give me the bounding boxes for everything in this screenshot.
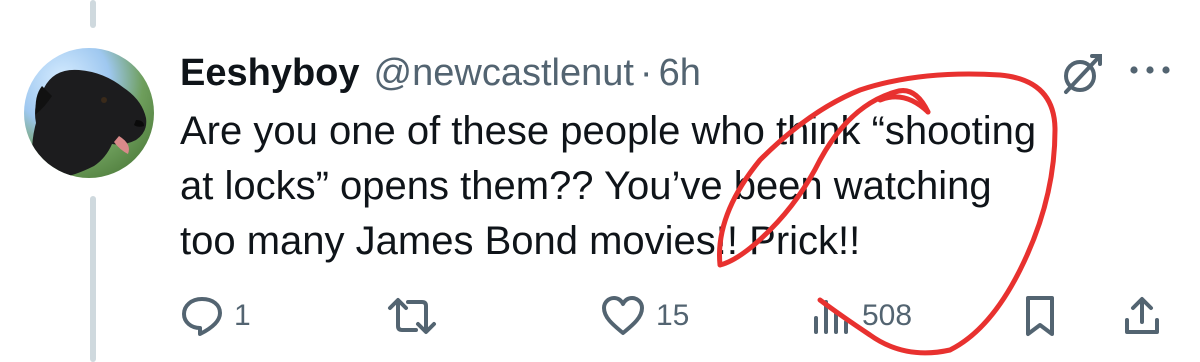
retweet-icon — [388, 298, 436, 334]
more-icon[interactable] — [1126, 58, 1174, 82]
tweet-text: Are you one of these people who think “s… — [180, 104, 1170, 269]
like-button[interactable]: 15 — [600, 290, 689, 342]
thread-connector-top — [90, 0, 96, 28]
reply-count: 1 — [234, 299, 251, 332]
bookmark-button[interactable] — [1020, 290, 1060, 342]
heart-icon — [602, 296, 644, 335]
views-chart-icon — [814, 300, 848, 334]
dog-photo-icon — [31, 69, 147, 178]
view-count: 508 — [862, 299, 913, 332]
bookmark-icon — [1026, 296, 1054, 336]
tweet-text-line: Are you one of these people who think “s… — [180, 109, 1037, 153]
retweet-button[interactable] — [386, 290, 448, 342]
thread-connector-bottom — [90, 196, 96, 362]
avatar[interactable] — [24, 48, 154, 178]
like-count: 15 — [656, 299, 690, 332]
user-handle[interactable]: @newcastlenut — [374, 48, 634, 98]
tweet-header: Eeshyboy @newcastlenut · 6h — [180, 48, 701, 98]
display-name[interactable]: Eeshyboy — [180, 48, 360, 98]
timestamp[interactable]: 6h — [659, 48, 701, 98]
tweet-text-line: at locks” opens them?? You’ve been watch… — [180, 164, 992, 208]
share-icon — [1125, 297, 1159, 334]
reply-icon — [182, 297, 222, 336]
reply-button[interactable]: 1 — [180, 290, 251, 342]
share-button[interactable] — [1122, 290, 1162, 342]
views-button[interactable]: 508 — [808, 290, 912, 342]
grok-icon[interactable] — [1058, 52, 1104, 98]
separator-dot: · — [639, 52, 653, 94]
tweet-text-line: too many James Bond movies!! Prick!! — [180, 219, 861, 263]
